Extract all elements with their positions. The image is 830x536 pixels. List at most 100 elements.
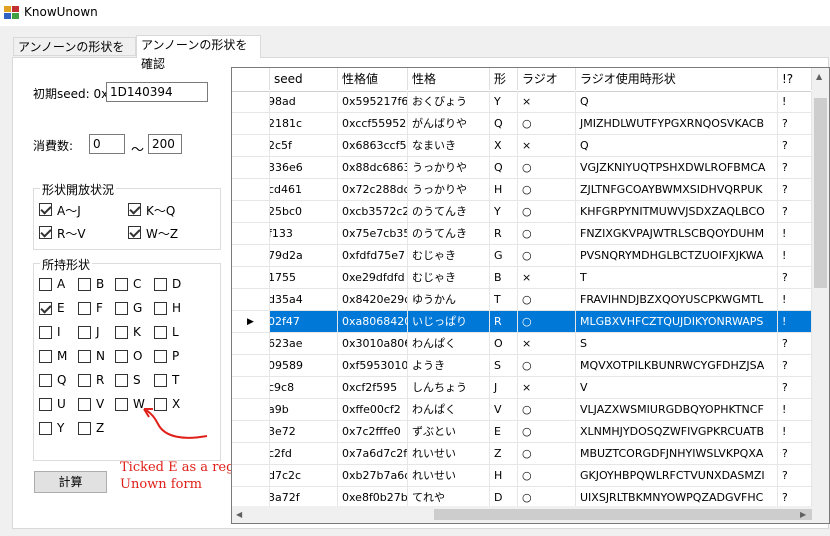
owned-e-checkbox[interactable] — [39, 302, 52, 315]
table-cell[interactable]: Q — [576, 135, 778, 157]
table-cell[interactable]: KHFGRPYNITMUWVJSDXZAQLBCO — [576, 201, 778, 223]
table-cell[interactable]: 0xcb3572c2 — [338, 201, 408, 223]
owned-l-checkbox[interactable] — [154, 326, 167, 339]
table-row[interactable]: 98ad 0x595217f6 おくびょう Y × Q! — [232, 91, 812, 113]
table-cell[interactable]: ? — [778, 355, 812, 377]
table-row[interactable]: 3e72 0x7c2fffe0 ずぶとい E ○ XLNMHJYDOSQZWFIVGPKR… — [232, 421, 812, 443]
table-cell[interactable]: ○ — [518, 355, 576, 377]
table-cell[interactable]: MQVXOTPILKBUNRWCYGFDHZJSA — [576, 355, 778, 377]
table-cell[interactable]: 0x6863ccf5 — [338, 135, 408, 157]
table-cell[interactable]: ○ — [518, 113, 576, 135]
table-cell[interactable]: ○ — [518, 443, 576, 465]
tab-check-form[interactable]: アンノーンの形状を確認 — [136, 35, 261, 71]
seed-input[interactable]: 1D140394 — [106, 82, 208, 102]
table-cell[interactable]: れいせい — [408, 465, 490, 487]
owned-w-checkbox[interactable] — [115, 398, 128, 411]
table-cell[interactable]: ! — [778, 91, 812, 113]
row-header[interactable] — [232, 399, 270, 421]
table-cell[interactable]: 0x595217f6 — [338, 91, 408, 113]
table-cell[interactable]: VGJZKNIYUQTPSHXDWLROFBMCA — [576, 157, 778, 179]
table-row[interactable]: 79d2a 0xfdfd75e7 むじゃき G ○ PVSNQRYMDHGLBCTZUOI… — [232, 245, 812, 267]
table-cell[interactable]: Q — [490, 157, 518, 179]
table-cell[interactable]: H — [490, 465, 518, 487]
scroll-right-icon[interactable]: ▶ — [800, 510, 806, 519]
column-header[interactable]: 性格値 — [338, 68, 408, 90]
owned-u-checkbox[interactable] — [39, 398, 52, 411]
table-cell[interactable]: ? — [778, 465, 812, 487]
table-cell[interactable]: 0xa8068420 — [338, 311, 408, 333]
table-cell[interactable]: むじゃき — [408, 267, 490, 289]
table-cell[interactable]: × — [518, 267, 576, 289]
table-cell[interactable]: R — [490, 311, 518, 333]
table-cell[interactable]: × — [518, 135, 576, 157]
table-cell[interactable]: PVSNQRYMDHGLBCTZUOIFXJKWA — [576, 245, 778, 267]
table-cell[interactable]: f133 — [270, 223, 338, 245]
table-row[interactable]: 336e6 0x88dc6863 うっかりや Q ○ VGJZKNIYUQTPSHXDWL… — [232, 157, 812, 179]
table-cell[interactable]: 79d2a — [270, 245, 338, 267]
owned-h-checkbox[interactable] — [154, 302, 167, 315]
table-cell[interactable]: ○ — [518, 223, 576, 245]
table-cell[interactable]: 0x72c288dc — [338, 179, 408, 201]
table-cell[interactable]: MLGBXVHFCZTQUJDIKYONRWAPS — [576, 311, 778, 333]
owned-c-checkbox[interactable] — [115, 278, 128, 291]
table-cell[interactable]: ! — [778, 245, 812, 267]
table-cell[interactable]: 2c5f — [270, 135, 338, 157]
table-cell[interactable]: Y — [490, 201, 518, 223]
row-header[interactable] — [232, 421, 270, 443]
table-cell[interactable]: 0xe29dfdfd — [338, 267, 408, 289]
table-cell[interactable]: a9b — [270, 399, 338, 421]
row-header[interactable]: ▶ — [232, 311, 270, 333]
table-cell[interactable]: ゆうかん — [408, 289, 490, 311]
table-cell[interactable]: うっかりや — [408, 157, 490, 179]
table-cell[interactable]: わんぱく — [408, 333, 490, 355]
vertical-scrollbar[interactable]: ▲ — [812, 68, 829, 507]
table-cell[interactable]: ? — [778, 201, 812, 223]
table-cell[interactable]: T — [490, 289, 518, 311]
row-header[interactable] — [232, 223, 270, 245]
tab-search-form[interactable]: アンノーンの形状を検索 — [13, 37, 136, 73]
row-header[interactable] — [232, 465, 270, 487]
column-header[interactable]: seed — [270, 68, 338, 90]
table-cell[interactable]: ○ — [518, 289, 576, 311]
table-cell[interactable]: しんちょう — [408, 377, 490, 399]
table-cell[interactable]: J — [490, 377, 518, 399]
table-cell[interactable]: 0xb27b7a6d — [338, 465, 408, 487]
table-cell[interactable]: c9c8 — [270, 377, 338, 399]
table-cell[interactable]: おくびょう — [408, 91, 490, 113]
table-cell[interactable]: わんぱく — [408, 399, 490, 421]
table-cell[interactable]: がんばりや — [408, 113, 490, 135]
table-cell[interactable]: ○ — [518, 201, 576, 223]
table-cell[interactable]: 0x3010a806 — [338, 333, 408, 355]
table-cell[interactable]: Q — [576, 91, 778, 113]
table-cell[interactable]: れいせい — [408, 443, 490, 465]
table-cell[interactable]: Y — [490, 91, 518, 113]
table-cell[interactable]: 0xcf2f595 — [338, 377, 408, 399]
row-header[interactable] — [232, 91, 270, 113]
row-header[interactable] — [232, 333, 270, 355]
table-cell[interactable]: 0x7c2fffe0 — [338, 421, 408, 443]
row-header[interactable] — [232, 377, 270, 399]
table-cell[interactable]: O — [490, 333, 518, 355]
table-cell[interactable]: ? — [778, 113, 812, 135]
row-header[interactable] — [232, 179, 270, 201]
table-row[interactable]: 2c5f 0x6863ccf5 なまいき X × Q? — [232, 135, 812, 157]
table-cell[interactable]: ○ — [518, 399, 576, 421]
table-cell[interactable]: 09589 — [270, 355, 338, 377]
table-cell[interactable]: 1755 — [270, 267, 338, 289]
owned-r-checkbox[interactable] — [78, 374, 91, 387]
owned-i-checkbox[interactable] — [39, 326, 52, 339]
table-cell[interactable]: H — [490, 179, 518, 201]
scroll-up-icon[interactable]: ▲ — [816, 72, 822, 81]
table-cell[interactable]: うっかりや — [408, 179, 490, 201]
owned-z-checkbox[interactable] — [78, 422, 91, 435]
table-cell[interactable]: 0x75e7cb35 — [338, 223, 408, 245]
table-cell[interactable]: ○ — [518, 421, 576, 443]
table-cell[interactable]: ! — [778, 421, 812, 443]
table-cell[interactable]: X — [490, 135, 518, 157]
owned-v-checkbox[interactable] — [78, 398, 91, 411]
table-cell[interactable]: 336e6 — [270, 157, 338, 179]
table-cell[interactable]: G — [490, 245, 518, 267]
table-cell[interactable]: 0x8420e29d — [338, 289, 408, 311]
table-cell[interactable]: 25bc0 — [270, 201, 338, 223]
table-cell[interactable]: ずぶとい — [408, 421, 490, 443]
